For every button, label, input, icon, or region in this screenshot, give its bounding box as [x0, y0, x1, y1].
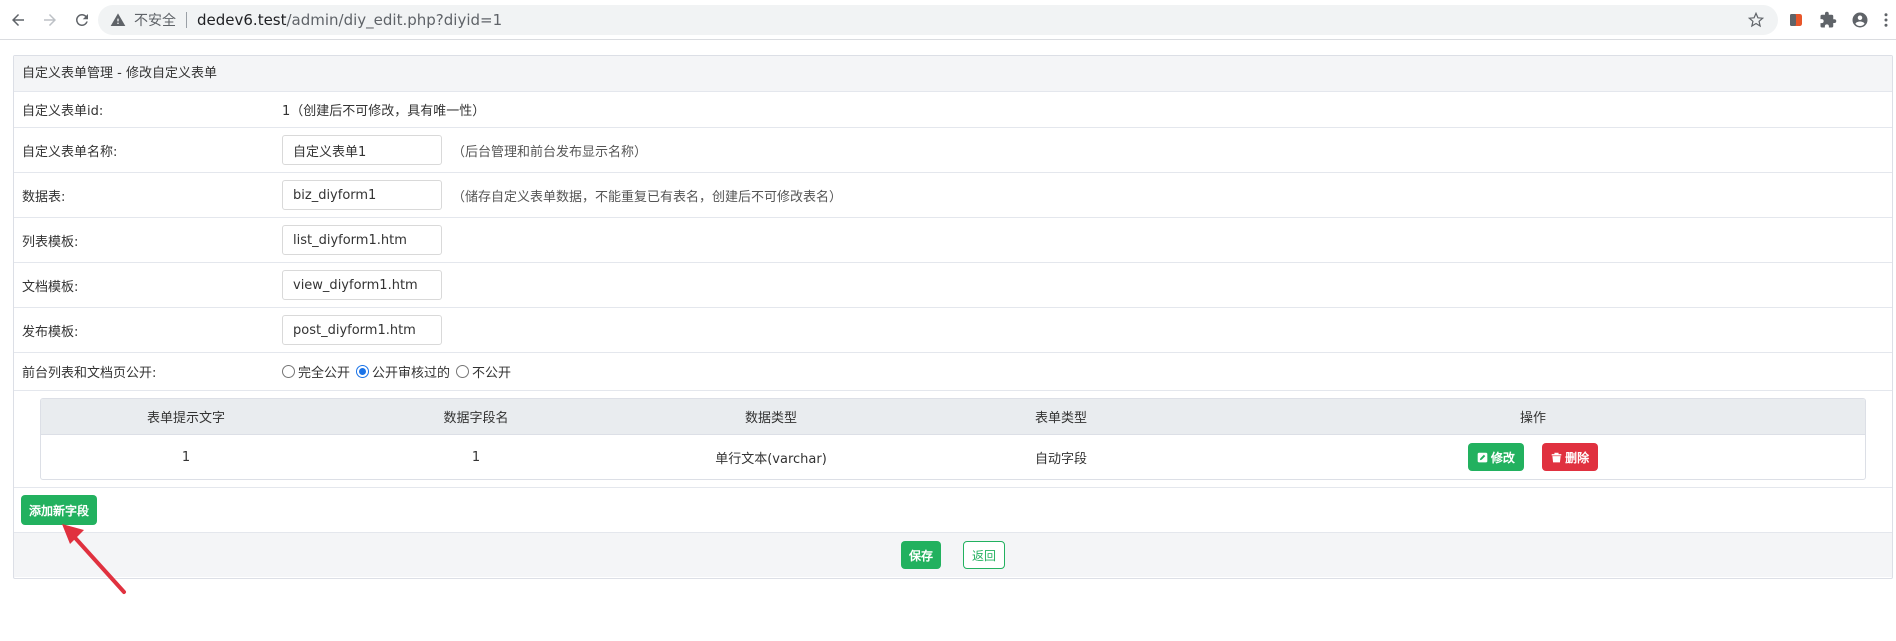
profile-button[interactable] [1844, 6, 1876, 34]
radio-public-all[interactable] [282, 365, 295, 378]
post-template-label: 发布模板: [22, 324, 79, 340]
browser-toolbar: 不安全 dedev6.test/admin/diy_edit.php?diyid… [0, 0, 1896, 40]
extensions-area [1780, 6, 1896, 34]
arrow-left-icon [12, 13, 24, 26]
post-template-group [282, 315, 442, 345]
back-button[interactable] [4, 6, 32, 34]
form-row-view-template: 文档模板: [14, 263, 1892, 308]
forward-button[interactable] [36, 6, 64, 34]
puzzle-icon [1820, 11, 1837, 28]
name-label: 自定义表单名称: [22, 144, 118, 160]
account-icon [1852, 12, 1868, 28]
id-label: 自定义表单id: [22, 104, 104, 119]
edit-field-label: 修改 [1490, 450, 1515, 465]
reload-icon [75, 13, 88, 26]
annotation-arrow-icon [62, 524, 126, 594]
list-template-input[interactable] [282, 225, 442, 255]
edit-icon [1477, 452, 1488, 462]
cell-hint: 1 [181, 449, 191, 465]
view-template-input[interactable] [282, 270, 442, 300]
back-return-button[interactable]: 返回 [963, 541, 1006, 569]
browser-menu-button[interactable] [1876, 6, 1896, 34]
url-host: dedev6.test [197, 11, 287, 29]
panel-title: 自定义表单管理 - 修改自定义表单 [14, 56, 1892, 92]
view-template-label: 文档模板: [22, 279, 79, 295]
name-hint: （后台管理和前台发布显示名称） [452, 144, 648, 160]
table-value-group: （储存自定义表单数据，不能重复已有表名，创建后不可修改表名） [282, 180, 842, 210]
name-input[interactable] [282, 135, 442, 165]
extension-button[interactable] [1780, 6, 1812, 34]
star-icon[interactable] [1748, 12, 1764, 28]
delete-field-button[interactable]: 删除 [1542, 443, 1599, 471]
list-template-group [282, 225, 442, 255]
name-value-group: （后台管理和前台发布显示名称） [282, 135, 647, 165]
table-input[interactable] [282, 180, 442, 210]
id-value: 1（创建后不可修改，具有唯一性） [282, 104, 486, 119]
public-label: 前台列表和文档页公开: [22, 366, 157, 381]
view-template-group [282, 270, 442, 300]
radio-not-public[interactable] [456, 365, 470, 378]
reload-button[interactable] [68, 6, 96, 34]
form-footer: 保存 返回 [14, 533, 1892, 577]
address-bar[interactable]: 不安全 dedev6.test/admin/diy_edit.php?diyid… [98, 5, 1778, 35]
url-text: dedev6.test/admin/diy_edit.php?diyid=1 [197, 11, 502, 29]
extensions-menu-button[interactable] [1812, 6, 1844, 34]
arrow-right-icon [44, 13, 56, 26]
table-label: 数据表: [22, 189, 66, 205]
table-hint: （储存自定义表单数据，不能重复已有表名，创建后不可修改表名） [452, 189, 843, 205]
col-header-hint: 表单提示文字 [41, 399, 331, 435]
table-header-row: 表单提示文字 数据字段名 数据类型 表单类型 操作 [41, 399, 1865, 435]
insecure-label: 不安全 [134, 13, 176, 29]
col-header-field: 数据字段名 [331, 399, 621, 435]
cell-field: 1 [471, 449, 481, 465]
table-row: 1 1 单行文本(varchar) 自动字段 修改 删除 [41, 435, 1865, 479]
col-header-actions: 操作 [1201, 399, 1865, 435]
warning-icon [110, 13, 126, 26]
cell-dtype: 单行文本(varchar) [715, 451, 827, 467]
form-row-table: 数据表: （储存自定义表单数据，不能重复已有表名，创建后不可修改表名） [14, 173, 1892, 218]
radio-public-approved[interactable] [356, 365, 370, 378]
radio-not-public-label: 不公开 [472, 366, 512, 381]
post-template-input[interactable] [282, 315, 442, 345]
public-radio-group: 完全公开 公开审核过的 不公开 [282, 362, 517, 381]
form-row-name: 自定义表单名称: （后台管理和前台发布显示名称） [14, 128, 1892, 173]
col-header-dtype: 数据类型 [621, 399, 921, 435]
more-vert-icon [1884, 13, 1888, 27]
edit-field-button[interactable]: 修改 [1467, 443, 1524, 471]
fields-table-wrap: 表单提示文字 数据字段名 数据类型 表单类型 操作 1 1 单行文本(varch… [14, 391, 1892, 488]
cell-ftype: 自动字段 [1034, 451, 1087, 467]
trash-icon [1551, 452, 1562, 462]
cell-actions: 修改 删除 [1201, 435, 1865, 479]
diyform-edit-panel: 自定义表单管理 - 修改自定义表单 自定义表单id: 1（创建后不可修改，具有唯… [13, 55, 1893, 579]
url-path: /admin/diy_edit.php?diyid=1 [286, 11, 503, 29]
form-row-post-template: 发布模板: [14, 308, 1892, 353]
add-field-row: 添加新字段 [14, 488, 1892, 533]
delete-field-label: 删除 [1565, 450, 1590, 465]
radio-public-all-label: 完全公开 [298, 366, 351, 381]
col-header-ftype: 表单类型 [921, 399, 1201, 435]
extension-badge-icon [1790, 14, 1802, 26]
form-row-id: 自定义表单id: 1（创建后不可修改，具有唯一性） [14, 92, 1892, 128]
radio-public-approved-label: 公开审核过的 [372, 366, 451, 381]
form-row-public: 前台列表和文档页公开: 完全公开 公开审核过的 不公开 [14, 353, 1892, 391]
separator [186, 12, 187, 28]
save-button[interactable]: 保存 [900, 541, 941, 569]
list-template-label: 列表模板: [22, 234, 79, 250]
form-row-list-template: 列表模板: [14, 218, 1892, 263]
fields-table: 表单提示文字 数据字段名 数据类型 表单类型 操作 1 1 单行文本(varch… [40, 398, 1866, 480]
